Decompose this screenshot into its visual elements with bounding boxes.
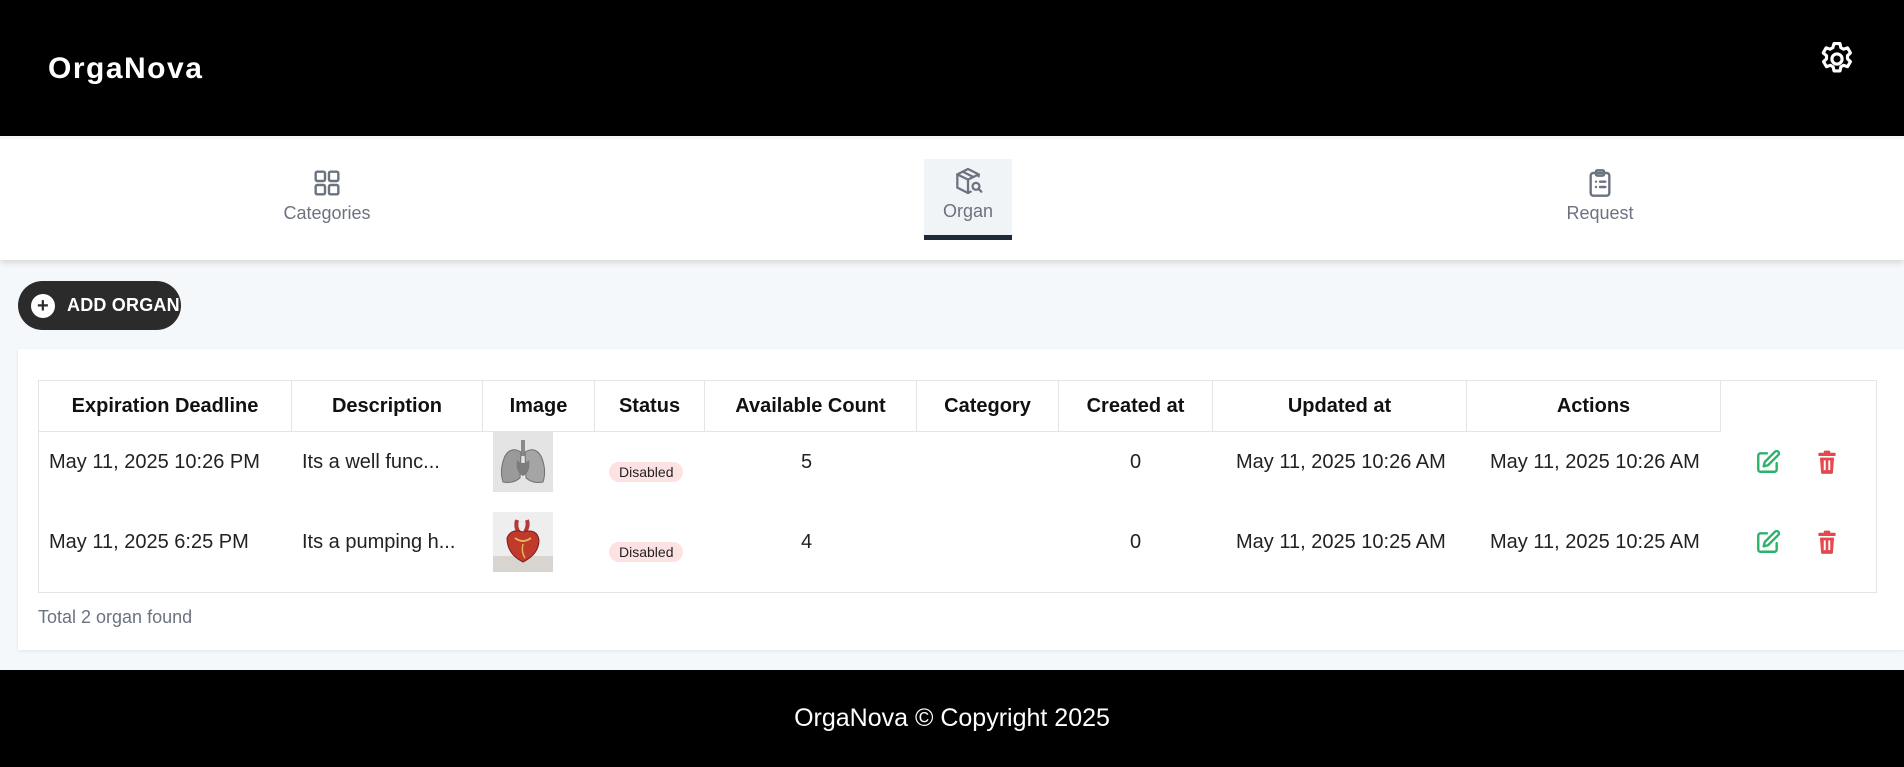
main-tabs: Categories Organ Request: [0, 139, 1904, 260]
heart-image: [493, 512, 553, 572]
app-brand: OrgaNova: [48, 52, 204, 85]
tab-label: Organ: [942, 201, 994, 221]
clipboard-icon: [1589, 169, 1611, 197]
organ-table-card: Expiration Deadline Description Image St…: [18, 349, 1904, 650]
edit-icon[interactable]: [1755, 449, 1781, 475]
organ-table: Expiration Deadline Description Image St…: [38, 380, 1877, 593]
column-header[interactable]: Created at: [1059, 381, 1213, 432]
status-badge: Disabled: [609, 542, 684, 562]
column-header[interactable]: Image: [483, 381, 595, 432]
add-organ-button[interactable]: + ADD ORGAN: [18, 281, 181, 330]
column-header[interactable]: Updated at: [1213, 381, 1467, 432]
tab-organ[interactable]: Organ: [924, 159, 1012, 240]
created-at: 0: [1130, 450, 1142, 473]
organ-image[interactable]: [493, 512, 553, 572]
status-badge: Disabled: [609, 462, 684, 482]
plus-circle-icon: +: [31, 293, 55, 318]
available-count: 4: [801, 530, 813, 553]
tab-categories[interactable]: Categories: [282, 159, 372, 239]
description: Its a well func...: [302, 450, 440, 473]
add-organ-label: ADD ORGAN: [67, 295, 180, 315]
total-count-text: Total 2 organ found: [38, 607, 193, 627]
tab-request[interactable]: Request: [1555, 159, 1645, 239]
created-at: 0: [1130, 530, 1142, 553]
column-header[interactable]: Category: [917, 381, 1059, 432]
page-footer: OrgaNova © Copyright 2025: [0, 670, 1904, 767]
edit-icon[interactable]: [1755, 529, 1781, 555]
trash-icon[interactable]: [1814, 449, 1840, 475]
column-header[interactable]: Expiration Deadline: [39, 381, 292, 432]
top-header: OrgaNova: [0, 0, 1904, 136]
trash-icon[interactable]: [1814, 529, 1840, 555]
lungs-image: [493, 432, 553, 492]
actions-date: May 11, 2025 10:25 AM: [1490, 530, 1700, 553]
organ-image[interactable]: [493, 432, 553, 492]
column-header[interactable]: Available Count: [705, 381, 917, 432]
column-header[interactable]: Description: [292, 381, 483, 432]
package-search-icon: [956, 167, 983, 195]
copyright-text: OrgaNova © Copyright 2025: [794, 704, 1110, 732]
gear-icon[interactable]: [1816, 38, 1858, 80]
expiration-deadline: May 11, 2025 10:26 PM: [49, 450, 260, 473]
expiration-deadline: May 11, 2025 6:25 PM: [49, 530, 249, 553]
tab-label: Categories: [283, 203, 371, 223]
available-count: 5: [801, 450, 813, 473]
column-header[interactable]: Actions: [1467, 381, 1721, 432]
grid-icon: [314, 170, 340, 196]
tab-label: Request: [1566, 203, 1634, 223]
updated-at: May 11, 2025 10:25 AM: [1236, 530, 1446, 553]
description: Its a pumping h...: [302, 530, 456, 553]
actions-date: May 11, 2025 10:26 AM: [1490, 450, 1700, 473]
updated-at: May 11, 2025 10:26 AM: [1236, 450, 1446, 473]
column-header[interactable]: Status: [595, 381, 705, 432]
